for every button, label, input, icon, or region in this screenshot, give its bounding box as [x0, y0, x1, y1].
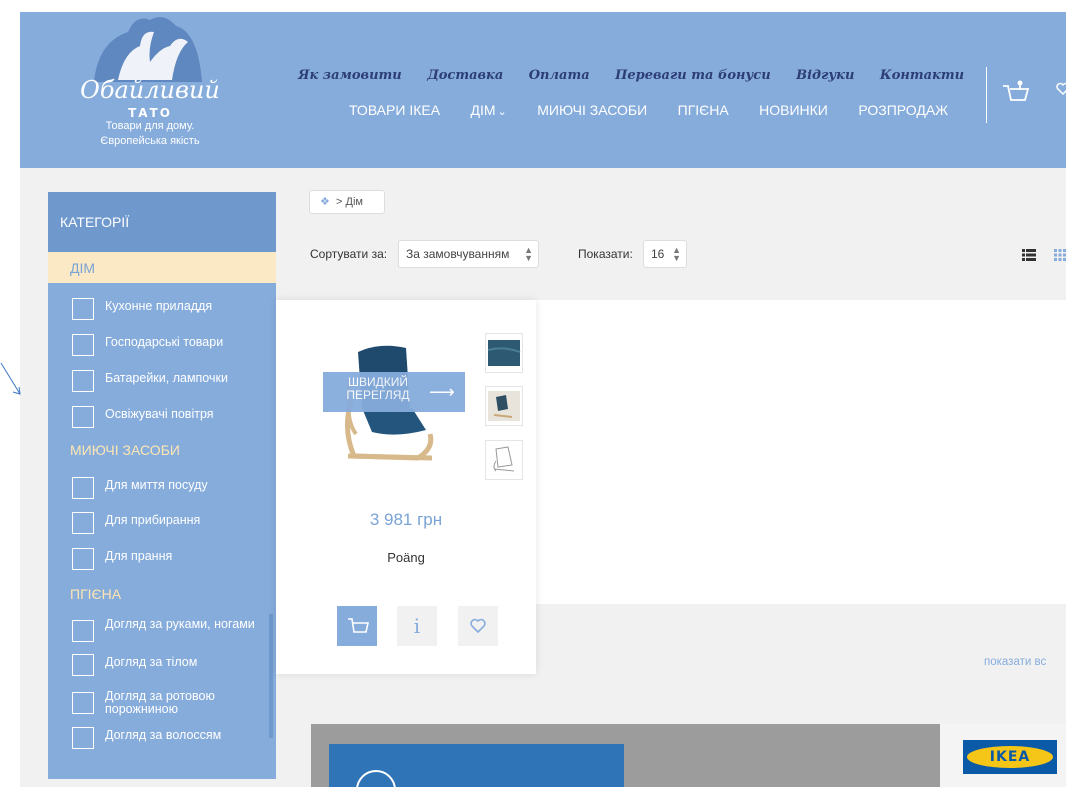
thumbnail-fabric-image [487, 340, 521, 366]
product-card[interactable]: ШВИДКИЙ ПЕРЕГЛЯД ⟶ 3 981 грн Poäng i [276, 300, 536, 674]
grid-view-icon[interactable] [1054, 249, 1066, 261]
nav-delivery[interactable]: Доставка [427, 68, 503, 83]
breadcrumb-separator: > [336, 196, 343, 208]
checkbox[interactable] [72, 548, 94, 570]
sidebar-title-text: КАТЕГОРІЇ [60, 214, 130, 230]
nav-payment[interactable]: Оплата [529, 68, 590, 83]
subcategory-label: Освіжувачі повітря [105, 407, 214, 421]
logo-storks-icon [94, 17, 202, 82]
ikea-logo: IKEA [963, 740, 1057, 774]
checkbox[interactable] [72, 654, 94, 676]
nav-benefits[interactable]: Переваги та бонуси [615, 68, 771, 83]
subcategory-label: Догляд за руками, ногами [105, 617, 255, 631]
logo-script-text: Обайливий [80, 76, 220, 104]
arrow-pointer-icon [0, 362, 21, 395]
heart-icon [470, 618, 486, 634]
product-info-button[interactable]: i [397, 606, 437, 646]
subcategory-label: Господарські товари [105, 335, 224, 349]
subcategory-label: Догляд за волоссям [105, 728, 222, 742]
arrow-right-icon: ⟶ [429, 382, 455, 402]
product-name[interactable]: Poäng [276, 550, 536, 565]
heart-icon [1056, 82, 1066, 96]
nav-home-label: ДІМ [470, 102, 496, 118]
checkbox[interactable] [72, 692, 94, 714]
subcategory-label: Догляд за тілом [105, 655, 198, 669]
header-cart-icon[interactable] [1001, 78, 1031, 113]
checkbox[interactable] [72, 512, 94, 534]
category-home-label: ДІМ [70, 260, 96, 276]
checkbox[interactable] [72, 477, 94, 499]
nav-hygiene[interactable]: ПГІЄНА [678, 102, 729, 118]
nav-new[interactable]: НОВИНКИ [759, 102, 828, 118]
header-heart-icon[interactable] [1056, 82, 1066, 101]
nav-sale[interactable]: РОЗПРОДАЖ [858, 102, 948, 118]
product-thumbnail[interactable] [485, 333, 523, 373]
quick-view-button[interactable]: ШВИДКИЙ ПЕРЕГЛЯД ⟶ [323, 372, 465, 412]
top-strip [0, 0, 1066, 12]
product-thumbnail[interactable] [485, 440, 523, 480]
logo-brand: ТАТО [128, 106, 172, 120]
sidebar-title: КАТЕГОРІЇ [48, 192, 276, 252]
nav-divider [986, 67, 987, 123]
checkbox[interactable] [72, 727, 94, 749]
cart-icon [348, 618, 369, 633]
info-icon: i [413, 614, 421, 638]
select-arrows-icon: ▲ ▼ [524, 245, 533, 263]
top-nav: Як замовити Доставка Оплата Переваги та … [298, 66, 985, 84]
show-label: Показати: [578, 247, 633, 261]
subcategory-label: Догляд за ротовою порожниною [105, 689, 215, 716]
sort-label: Сортувати за: [310, 247, 388, 261]
add-to-cart-button[interactable] [337, 606, 377, 646]
site-header: Обайливий ТАТО Товари для дому. Європейс… [20, 12, 1066, 168]
wishlist-button[interactable] [458, 606, 498, 646]
subcategory-label: Батарейки, лампочки [105, 371, 228, 385]
select-arrows-icon: ▲ ▼ [672, 245, 681, 263]
checkbox[interactable] [72, 298, 94, 320]
cart-icon [1003, 80, 1030, 101]
thumbnail-room-image [488, 391, 520, 421]
home-icon[interactable]: ❖ [320, 195, 330, 208]
checkbox[interactable] [72, 334, 94, 356]
site-logo[interactable]: Обайливий ТАТО Товари для дому. Європейс… [70, 12, 220, 162]
ikea-logo-text: IKEA [989, 749, 1031, 765]
nav-ikea-goods[interactable]: ТОВАРИ ІКЕА [349, 102, 440, 118]
list-view-icon[interactable] [1022, 249, 1036, 261]
subcategory-label: Кухонне приладдя [105, 299, 213, 313]
ikea-logo-oval: IKEA [967, 746, 1053, 768]
nav-detergents[interactable]: МИЮЧІ ЗАСОБИ [537, 102, 647, 118]
main-nav: ТОВАРИ ІКЕА ДІМ ⌄ МИЮЧІ ЗАСОБИ ПГІЄНА НОВ… [349, 102, 974, 120]
subcategory-label: Для прання [105, 549, 173, 563]
sort-value: За замовчуванням [406, 247, 510, 261]
sort-select[interactable]: За замовчуванням ▲ ▼ [398, 240, 539, 268]
category-home[interactable]: ДІМ [48, 252, 276, 283]
subcategory-label: Для прибирання [105, 513, 201, 527]
show-all-link[interactable]: показати вс [984, 656, 1046, 668]
product-thumbnail[interactable] [485, 386, 523, 426]
subcategory-label: Для миття посуду [105, 478, 208, 492]
nav-reviews[interactable]: Відгуки [796, 68, 854, 83]
show-select[interactable]: 16 ▲ ▼ [643, 240, 687, 268]
product-image[interactable] [322, 338, 472, 488]
logo-tagline-1: Товари для дому. [105, 120, 195, 132]
breadcrumb: ❖ > Дім [309, 190, 385, 214]
product-price: 3 981 грн [369, 510, 443, 529]
nav-contacts[interactable]: Контакти [880, 68, 964, 83]
category-detergents[interactable]: МИЮЧІ ЗАСОБИ [70, 442, 180, 458]
checkbox[interactable] [72, 406, 94, 428]
logo-tagline-2: Європейська якість [100, 135, 200, 147]
thumbnail-sketch-image [493, 446, 515, 472]
quick-view-label: ШВИДКИЙ ПЕРЕГЛЯД [346, 375, 410, 402]
categories-sidebar: КАТЕГОРІЇ ДІМ Кухонне приладдя Господарс… [48, 192, 276, 779]
checkbox[interactable] [72, 620, 94, 642]
nav-how-to-order[interactable]: Як замовити [298, 68, 402, 83]
category-hygiene[interactable]: ПГІЄНА [70, 586, 121, 602]
sidebar-scrollbar[interactable] [269, 614, 273, 738]
breadcrumb-current-label: Дім [345, 196, 363, 208]
breadcrumb-current[interactable]: > Дім [336, 196, 363, 208]
show-value: 16 [651, 247, 665, 261]
checkbox[interactable] [72, 370, 94, 392]
chevron-down-icon: ⌄ [497, 106, 507, 118]
circle-icon [356, 770, 396, 810]
nav-home[interactable]: ДІМ ⌄ [471, 102, 507, 118]
